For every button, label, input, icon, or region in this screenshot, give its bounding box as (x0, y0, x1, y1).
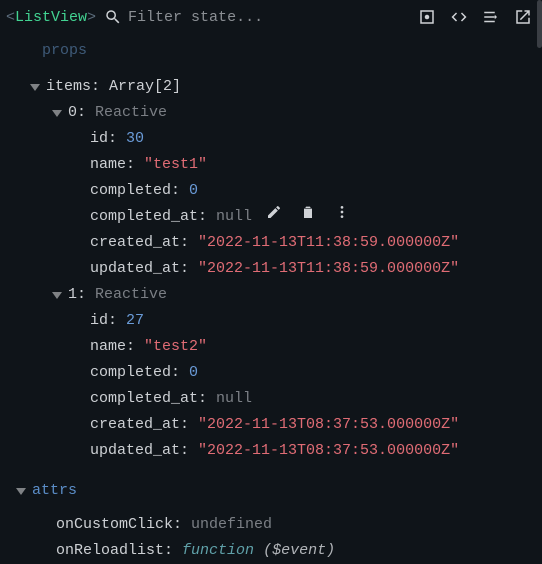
component-tag: <ListView> (6, 9, 96, 26)
value-num: 0 (189, 360, 198, 386)
value-null: null (216, 386, 252, 412)
prop-row[interactable]: updated_at: "2022-11-13T08:37:53.000000Z… (0, 438, 542, 464)
value-str: "test1" (144, 152, 207, 178)
chevron-down-icon[interactable] (16, 488, 26, 495)
item-0-row[interactable]: 0: Reactive (0, 100, 542, 126)
filter-input[interactable] (128, 9, 410, 26)
state-filter[interactable] (104, 8, 410, 26)
key-index: 1 (68, 282, 77, 308)
edit-icon[interactable] (266, 204, 282, 230)
prop-row[interactable]: completed_at: null (0, 386, 542, 412)
value-str: "2022-11-13T11:38:59.000000Z" (198, 230, 459, 256)
toolbar-actions (418, 8, 536, 26)
prop-row[interactable]: onCustomClick: undefined (0, 512, 542, 538)
prop-row[interactable]: created_at: "2022-11-13T11:38:59.000000Z… (0, 230, 542, 256)
key-items: items (46, 74, 91, 100)
search-icon (104, 8, 122, 26)
prop-row[interactable]: completed: 0 (0, 360, 542, 386)
value-num: 0 (189, 178, 198, 204)
prop-row[interactable]: name: "test2" (0, 334, 542, 360)
devtools-toolbar: <ListView> (0, 0, 542, 34)
scroll-to-component-icon[interactable] (418, 8, 436, 26)
prop-row-hover[interactable]: completed_at: null (0, 204, 542, 230)
items-type: Array[2] (109, 74, 181, 100)
prop-row[interactable]: id: 27 (0, 308, 542, 334)
open-in-editor-icon[interactable] (514, 8, 532, 26)
attrs-row[interactable]: attrs (0, 478, 542, 504)
angle-right: > (87, 9, 96, 26)
prop-row[interactable]: name: "test1" (0, 152, 542, 178)
prop-row[interactable]: created_at: "2022-11-13T08:37:53.000000Z… (0, 412, 542, 438)
section-attrs: attrs (32, 478, 77, 504)
value-undefined: undefined (191, 512, 272, 538)
inspect-dom-icon[interactable] (482, 8, 500, 26)
items-row[interactable]: items: Array[2] (0, 74, 542, 100)
prop-row[interactable]: id: 30 (0, 126, 542, 152)
value-num: 30 (126, 126, 144, 152)
value-function-args: ($event) (254, 538, 335, 564)
prop-row[interactable]: updated_at: "2022-11-13T11:38:59.000000Z… (0, 256, 542, 282)
more-icon[interactable] (334, 204, 350, 230)
row-actions (266, 204, 350, 230)
show-render-code-icon[interactable] (450, 8, 468, 26)
value-str: "2022-11-13T11:38:59.000000Z" (198, 256, 459, 282)
value-function: function (182, 538, 254, 564)
chevron-down-icon[interactable] (52, 110, 62, 117)
component-name: ListView (15, 9, 87, 26)
item-type: Reactive (95, 282, 167, 308)
value-str: "2022-11-13T08:37:53.000000Z" (198, 412, 459, 438)
state-tree: props items: Array[2] 0: Reactive id: 30… (0, 34, 542, 564)
key-index: 0 (68, 100, 77, 126)
item-1-row[interactable]: 1: Reactive (0, 282, 542, 308)
angle-left: < (6, 9, 15, 26)
value-str: "test2" (144, 334, 207, 360)
value-num: 27 (126, 308, 144, 334)
item-type: Reactive (95, 100, 167, 126)
chevron-down-icon[interactable] (30, 84, 40, 91)
delete-icon[interactable] (300, 204, 316, 230)
chevron-down-icon[interactable] (52, 292, 62, 299)
value-str: "2022-11-13T08:37:53.000000Z" (198, 438, 459, 464)
value-null: null (216, 204, 252, 230)
prop-row[interactable]: completed: 0 (0, 178, 542, 204)
section-props-faded[interactable]: props (0, 38, 542, 64)
prop-row[interactable]: onReloadlist: function ($event) (0, 538, 542, 564)
